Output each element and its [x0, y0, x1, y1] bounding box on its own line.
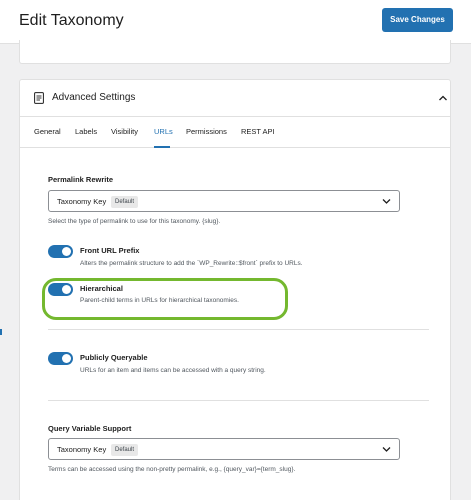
publicly-queryable-help: URLs for an item and items can be access…: [80, 367, 266, 374]
default-badge: Default: [111, 196, 139, 208]
document-icon: [34, 92, 44, 104]
hierarchical-help: Parent-child terms in URLs for hierarchi…: [80, 297, 239, 304]
hierarchical-title: Hierarchical: [80, 284, 123, 293]
hierarchical-toggle[interactable]: [48, 283, 73, 296]
section-divider: [48, 329, 429, 330]
front-url-prefix-help: Alters the permalink structure to add th…: [80, 260, 303, 267]
tab-labels[interactable]: Labels: [75, 127, 97, 137]
toggle-knob: [62, 354, 71, 363]
publicly-queryable-title: Publicly Queryable: [80, 353, 148, 362]
section-divider: [48, 400, 429, 401]
tab-rest-api[interactable]: REST API: [241, 127, 275, 137]
tab-visibility[interactable]: Visibility: [111, 127, 138, 137]
publicly-queryable-toggle[interactable]: [48, 352, 73, 365]
front-url-prefix-title: Front URL Prefix: [80, 246, 140, 255]
chevron-down-icon: [382, 447, 391, 452]
panel-title: Advanced Settings: [52, 92, 136, 103]
tab-permissions[interactable]: Permissions: [186, 127, 227, 137]
page-header: Edit Taxonomy Save Changes: [0, 0, 471, 44]
permalink-rewrite-select[interactable]: Taxonomy Key Default: [48, 190, 400, 212]
query-variable-label: Query Variable Support: [48, 424, 132, 433]
query-variable-help: Terms can be accessed using the non-pret…: [48, 466, 296, 473]
toggle-knob: [62, 247, 71, 256]
permalink-rewrite-value: Taxonomy Key: [57, 197, 107, 206]
toggle-knob: [62, 285, 71, 294]
previous-panel: [19, 40, 451, 64]
chevron-up-icon[interactable]: [438, 93, 448, 103]
query-variable-value: Taxonomy Key: [57, 445, 107, 454]
advanced-settings-panel: Advanced Settings General Labels Visibil…: [19, 79, 451, 500]
tab-urls[interactable]: URLs: [154, 127, 173, 137]
scroll-marker: [0, 329, 2, 335]
permalink-rewrite-help: Select the type of permalink to use for …: [48, 218, 221, 225]
front-url-prefix-toggle[interactable]: [48, 245, 73, 258]
save-changes-button[interactable]: Save Changes: [382, 8, 453, 32]
page-title: Edit Taxonomy: [19, 12, 124, 29]
tab-general[interactable]: General: [34, 127, 61, 137]
permalink-rewrite-label: Permalink Rewrite: [48, 175, 114, 184]
chevron-down-icon: [382, 199, 391, 204]
settings-tabs: General Labels Visibility URLs Permissio…: [20, 118, 450, 148]
active-tab-indicator: [154, 146, 170, 148]
panel-header[interactable]: Advanced Settings: [20, 80, 450, 117]
query-variable-select[interactable]: Taxonomy Key Default: [48, 438, 400, 460]
default-badge: Default: [111, 444, 139, 456]
